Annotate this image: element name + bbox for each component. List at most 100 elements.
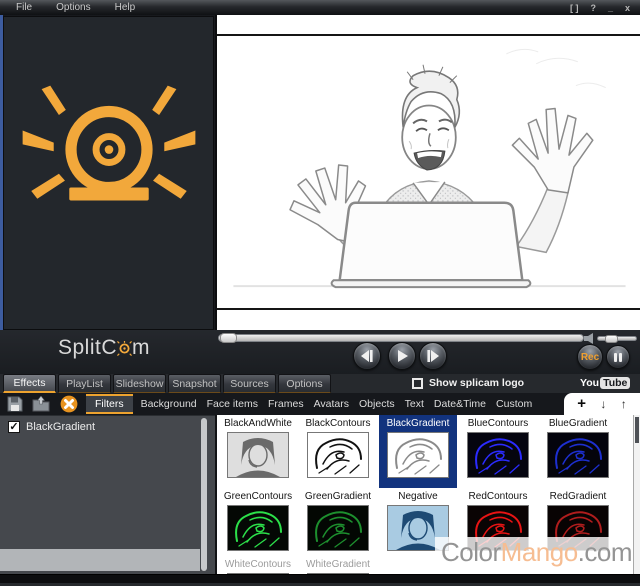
sketch-video-still [217,36,640,308]
tab-snapshot[interactable]: Snapshot [168,374,221,393]
speaker-icon [584,333,594,344]
tab-sources[interactable]: Sources [223,374,276,393]
filter-thumbnail[interactable]: BlueGradient [539,415,617,488]
youtube-you: You [580,377,599,389]
watermark-color: Color [441,537,501,567]
menu-options[interactable]: Options [48,1,98,14]
filter-thumbnail[interactable]: BlackAndWhite [219,415,297,488]
play-button[interactable] [388,342,416,370]
tab-options[interactable]: Options [278,374,331,393]
filter-label: BlackAndWhite [219,418,297,430]
maximize-button[interactable]: [ ] [570,3,579,13]
watermark-mango: Mango [501,537,578,567]
show-logo-toggle[interactable]: Show splicam logo [412,377,524,389]
filter-preview [227,505,289,551]
effect-label: BlackGradient [26,421,95,433]
step-forward-icon [426,349,440,363]
gallery-scrollbar-thumb[interactable] [635,417,639,443]
tab-slideshow[interactable]: Slideshow [113,374,166,393]
effects-toolbar: Filters Background Face items Frames Ava… [0,393,640,415]
menu-file[interactable]: File [8,1,40,14]
show-logo-label: Show splicam logo [429,377,524,389]
save-button[interactable] [6,395,24,413]
tab-playlist[interactable]: PlayList [58,374,111,393]
list-item[interactable]: ✓ BlackGradient [8,421,215,433]
subtab-objects[interactable]: Objects [354,398,400,410]
subtab-frames[interactable]: Frames [263,398,309,410]
filter-thumbnail[interactable]: WhiteGradient [299,556,377,574]
pause-bar [614,353,617,362]
window-controls: [ ] ? _ x [570,3,640,13]
watermark-com: .com [578,537,632,567]
record-label: Rec [581,352,599,363]
tab-effects[interactable]: Effects [3,374,56,393]
volume-slider[interactable] [597,336,637,341]
filter-thumbnail-selected[interactable]: BlackGradient [379,415,457,488]
filter-label: Negative [379,491,457,503]
gallery-scrollbar[interactable] [633,415,640,574]
filter-label: WhiteGradient [299,559,377,571]
help-button[interactable]: ? [590,3,596,13]
pause-button[interactable] [606,345,630,369]
effect-checkbox[interactable]: ✓ [8,421,20,433]
filter-thumbnail[interactable]: BlackContours [299,415,377,488]
secondary-preview-panel [3,16,214,330]
show-logo-checkbox[interactable] [412,378,423,389]
save-floppy-icon [7,396,23,412]
horizontal-scrollbar[interactable] [0,549,200,571]
filter-thumbnail[interactable]: GreenGradient [299,488,377,561]
filter-row: WhiteContours WhiteGradient [217,556,377,574]
delete-button[interactable] [60,395,78,413]
filter-label: GreenGradient [299,491,377,503]
subtab-face-items[interactable]: Face items [202,398,263,410]
filter-thumbnail[interactable]: GreenContours [219,488,297,561]
menu-help[interactable]: Help [107,1,144,14]
youtube-logo[interactable]: YouTube [580,377,630,389]
video-preview-panel [215,15,640,330]
active-effects-list: ✓ BlackGradient [0,415,215,574]
filter-preview [467,432,529,478]
subtab-avatars[interactable]: Avatars [309,398,354,410]
filter-preview [547,432,609,478]
filter-label: WhiteContours [219,559,297,571]
colormango-watermark: ColorMango.com [435,537,632,568]
subtab-text[interactable]: Text [400,398,429,410]
import-button[interactable] [32,395,50,413]
filter-label: BlackGradient [379,418,457,430]
filter-gallery: BlackAndWhite BlackContours BlackGradien… [215,415,640,574]
move-down-button[interactable]: ↓ [600,398,606,410]
filter-row: BlackAndWhite BlackContours BlackGradien… [217,415,617,488]
add-effect-button[interactable]: + [577,398,586,410]
video-frame [217,34,640,310]
subtab-datetime[interactable]: Date&Time [429,398,491,410]
play-icon [395,349,409,363]
youtube-tube: Tube [600,377,630,389]
volume-handle[interactable] [605,335,618,343]
list-control-corner: + ↓ ↑ [564,393,640,415]
filter-label: GreenContours [219,491,297,503]
seek-handle[interactable] [220,333,237,343]
filter-thumbnail[interactable]: BlueContours [459,415,537,488]
webcam-logo-icon [14,78,204,228]
move-up-button[interactable]: ↑ [621,398,627,410]
minimize-button[interactable]: _ [608,3,613,13]
subtab-background[interactable]: Background [136,398,202,410]
next-frame-button[interactable] [419,342,447,370]
subtab-custom[interactable]: Custom [491,398,537,410]
step-back-icon [360,349,374,363]
filter-preview [227,432,289,478]
seek-bar[interactable] [218,334,584,342]
previous-frame-button[interactable] [353,342,381,370]
filter-thumbnail[interactable]: WhiteContours [219,556,297,574]
record-button[interactable]: Rec [577,344,603,370]
wordmark-left: SplitC [58,336,117,360]
filter-label: BlueGradient [539,418,617,430]
filter-preview [307,505,369,551]
filter-label: RedContours [459,491,537,503]
close-button[interactable]: x [625,3,630,13]
subtab-filters[interactable]: Filters [86,394,133,414]
filter-category-tabs: Filters Background Face items Frames Ava… [86,393,537,415]
filter-label: BlackContours [299,418,377,430]
vertical-scrollbar[interactable] [201,418,207,571]
filter-preview [307,432,369,478]
